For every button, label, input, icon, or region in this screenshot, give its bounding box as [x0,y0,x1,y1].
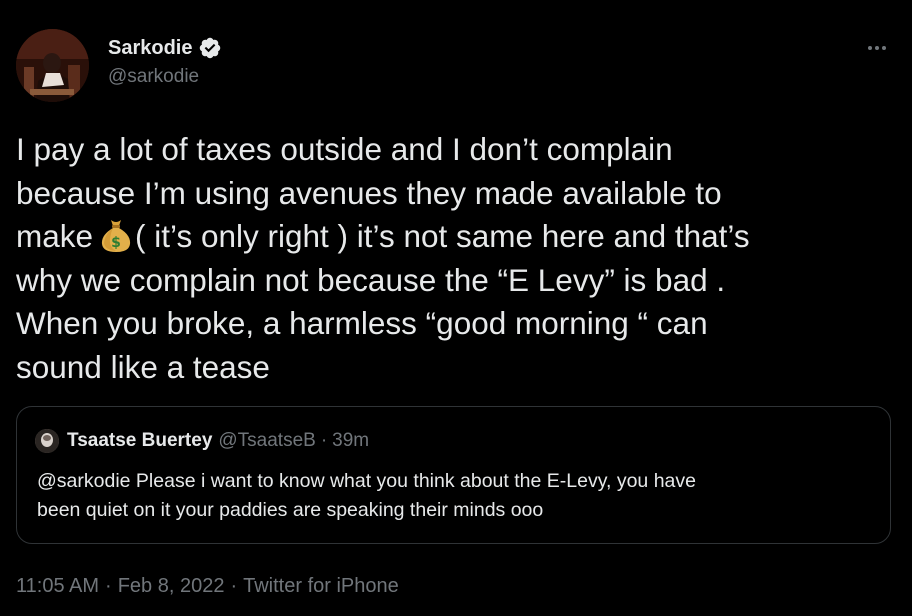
verified-badge-icon [198,36,222,60]
quote-text: @sarkodie Please i want to know what you… [37,467,867,525]
more-dot-icon [882,46,886,50]
quote-text-line: @sarkodie Please i want to know what you… [37,470,696,492]
author-name-row: Sarkodie [108,36,222,60]
meta-separator: · [230,574,238,597]
quote-separator: · [320,430,328,451]
more-dot-icon [868,46,872,50]
tweet-text-segment: ( it’s only right ) it’s not same here a… [135,218,750,254]
tweet-time[interactable]: 11:05 AM [16,575,99,598]
tweet-date[interactable]: Feb 8, 2022 [118,575,225,598]
quote-author-handle: @TsaatseB [218,430,316,451]
tweet-text-segment: make [16,218,94,254]
tweet-text: I pay a lot of taxes outside and I don’t… [16,128,896,389]
tweet-text-line: When you broke, a harmless “good morning… [16,305,708,341]
avatar-image [16,29,89,102]
more-options-button[interactable] [862,36,892,60]
svg-text:$: $ [111,235,121,251]
tweet-text-line: sound like a tease [16,348,270,385]
quote-text-line: been quiet on it your paddies are speaki… [37,499,544,521]
tweet-text-line: I pay a lot of taxes outside and I don’t… [16,131,673,167]
quote-author-name: Tsaatse Buertey [67,430,213,451]
tweet-text-line: why we complain not because the “E Levy”… [16,261,726,298]
tweet-meta: 11:05 AM · Feb 8, 2022 · Twitter for iPh… [16,572,399,600]
tweet-text-line: make $ ( it’s only right ) it’s not same… [16,215,896,259]
quote-timestamp: 39m [332,430,370,451]
quote-header: Tsaatse Buertey @TsaatseB · 39m [35,429,369,453]
quote-author-avatar [35,429,59,453]
author-avatar[interactable] [16,29,89,102]
tweet-container: Sarkodie @sarkodie I pay a lot of taxes … [0,0,912,616]
author-display-name[interactable]: Sarkodie [108,37,192,60]
money-bag-emoji-icon: $ [99,217,133,253]
meta-separator: · [105,574,112,597]
more-dot-icon [875,46,879,50]
author-info: Sarkodie @sarkodie [108,36,222,88]
quoted-tweet[interactable]: Tsaatse Buertey @TsaatseB · 39m @sarkodi… [16,406,891,544]
author-handle[interactable]: @sarkodie [108,66,222,88]
tweet-text-line: because I’m using avenues they made avai… [16,174,722,211]
tweet-source-link[interactable]: Twitter for iPhone [243,575,399,598]
